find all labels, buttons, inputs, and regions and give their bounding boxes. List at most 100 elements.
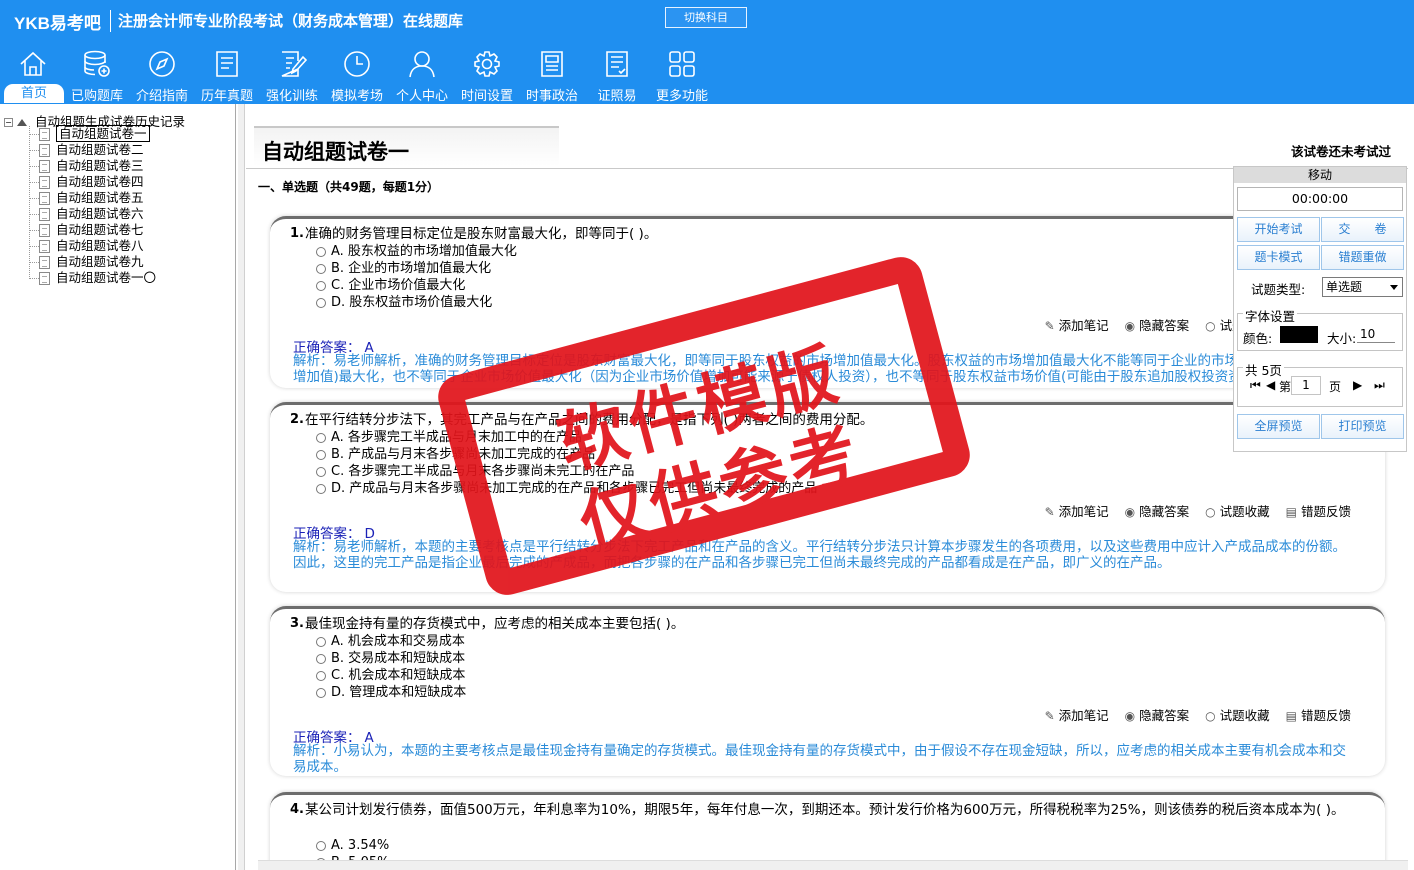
radio-button[interactable] (316, 466, 326, 477)
pencil-icon: ✎ (1044, 709, 1055, 723)
color-swatch[interactable] (1280, 326, 1318, 343)
toolbar-training-button[interactable]: 强化训练 (259, 46, 325, 104)
radio-button[interactable] (316, 263, 326, 274)
radio-button[interactable] (316, 687, 326, 698)
tree-item-paper-3[interactable]: 自动组题试卷三 (29, 158, 144, 174)
option-c[interactable]: C. 机会成本和短缺成本 (316, 667, 465, 684)
favorite-button[interactable]: ○试题收藏 (1205, 501, 1270, 520)
radio-button[interactable] (316, 297, 326, 308)
favorite-button[interactable]: ○试题收藏 (1205, 705, 1270, 724)
fullscreen-preview-button[interactable]: 全屏预览 (1237, 414, 1320, 439)
brand-divider (110, 10, 111, 32)
page-suffix: 页 (1329, 380, 1342, 394)
radio-button[interactable] (316, 246, 326, 257)
toolbar-time-settings-button[interactable]: 时间设置 (454, 46, 520, 104)
exam-control-panel: 移动 00:00:00 开始考试 交 卷 题卡模式 错题重做 试题类型: 单选题… (1233, 166, 1407, 452)
toolbar-mock-exam-button[interactable]: 模拟考场 (324, 46, 390, 104)
document-icon (39, 144, 50, 157)
option-a[interactable]: A. 股东权益的市场增加值最大化 (316, 243, 517, 260)
favorite-icon: ○ (1205, 709, 1216, 723)
app-window: YKB易考吧 注册会计师专业阶段考试（财务成本管理）在线题库 切换科目 首页 已… (0, 0, 1414, 870)
radio-button[interactable] (316, 280, 326, 291)
toolbar-label: 历年真题 (200, 89, 253, 104)
question-type-select[interactable]: 单选题 (1322, 277, 1403, 297)
vertical-scrollbar[interactable] (238, 104, 245, 870)
toolbar-label: 时间设置 (460, 89, 513, 104)
start-exam-button[interactable]: 开始考试 (1237, 217, 1320, 242)
page-number-input[interactable]: 1 (1291, 376, 1321, 395)
toolbar-past-papers-button[interactable]: 历年真题 (194, 46, 260, 104)
option-d[interactable]: D. 管理成本和短缺成本 (316, 684, 466, 701)
answer-explanation: 解析：易老师解析，本题的主要考核点是平行结转分步法下完工产品和在产品的含义。平行… (293, 539, 1346, 571)
tree-item-paper-1[interactable]: 自动组题试卷一 (29, 125, 150, 142)
horizontal-scrollbar[interactable] (258, 860, 1408, 870)
clock-icon (344, 51, 370, 77)
next-page-icon[interactable]: ▶ (1353, 378, 1362, 392)
tree-item-paper-6[interactable]: 自动组题试卷六 (29, 206, 144, 222)
radio-button[interactable] (316, 636, 326, 647)
radio-button[interactable] (316, 432, 326, 443)
switch-subject-button[interactable]: 切换科目 (665, 7, 747, 28)
redo-wrong-button[interactable]: 错题重做 (1321, 245, 1404, 270)
radio-button[interactable] (316, 670, 326, 681)
radio-button[interactable] (316, 483, 326, 494)
tree-item-paper-9[interactable]: 自动组题试卷九 (29, 254, 144, 270)
first-page-icon[interactable]: ⏮ (1250, 378, 1261, 393)
radio-button[interactable] (316, 653, 326, 664)
toolbar-label: 个人中心 (395, 89, 448, 104)
tree-item-paper-8[interactable]: 自动组题试卷八 (29, 238, 144, 254)
font-size-input[interactable]: 10 (1357, 327, 1395, 343)
toolbar-purchased-button[interactable]: 已购题库 (64, 46, 130, 104)
hide-answer-button[interactable]: ◉ 隐藏答案 (1125, 705, 1190, 724)
app-title: 注册会计师专业阶段考试（财务成本管理）在线题库 (118, 12, 464, 30)
option-a[interactable]: A. 机会成本和交易成本 (316, 633, 465, 650)
prev-page-icon[interactable]: ◀ (1266, 378, 1275, 392)
collapse-icon[interactable]: − (4, 118, 13, 127)
radio-button[interactable] (316, 449, 326, 460)
feedback-button[interactable]: ▤错题反馈 (1286, 705, 1351, 724)
toolbar-profile-button[interactable]: 个人中心 (389, 46, 455, 104)
color-label: 颜色: (1243, 331, 1273, 346)
chevron-down-icon (1390, 285, 1398, 290)
option-a[interactable]: A. 3.54% (316, 837, 389, 854)
tree-item-paper-5[interactable]: 自动组题试卷五 (29, 190, 144, 206)
toolbar-guide-button[interactable]: 介绍指南 (129, 46, 195, 104)
tree-item-paper-2[interactable]: 自动组题试卷二 (29, 142, 144, 158)
feedback-button[interactable]: ▤错题反馈 (1286, 501, 1351, 520)
option-c[interactable]: C. 企业市场价值最大化 (316, 277, 465, 294)
question-card-3: 3. 最佳现金持有量的存货模式中，应考虑的相关成本主要包括( )。 A. 机会成… (270, 606, 1385, 776)
question-text: 准确的财务管理目标定位是股东财富最大化，即等同于( )。 (305, 226, 658, 242)
add-note-button[interactable]: ✎ 添加笔记 (1045, 501, 1109, 520)
add-note-button[interactable]: ✎ 添加笔记 (1045, 705, 1109, 724)
hide-answer-button[interactable]: ◉ 隐藏答案 (1125, 501, 1190, 520)
toolbar-current-affairs-button[interactable]: 时事政治 (519, 46, 585, 104)
print-preview-button[interactable]: 打印预览 (1321, 414, 1404, 439)
card-mode-button[interactable]: 题卡模式 (1237, 245, 1320, 270)
tree-item-paper-10[interactable]: 自动组题试卷一〇 (29, 270, 156, 286)
radio-button[interactable] (316, 840, 326, 851)
add-note-button[interactable]: ✎ 添加笔记 (1045, 315, 1109, 334)
toolbar-home-button[interactable]: 首页 (0, 46, 66, 104)
eye-icon: ◉ (1124, 319, 1136, 333)
tree-item-paper-4[interactable]: 自动组题试卷四 (29, 174, 144, 190)
document-icon (39, 208, 50, 221)
panel-move-handle[interactable]: 移动 (1234, 167, 1406, 183)
document-icon (39, 256, 50, 269)
question-text: 某公司计划发行债券，面值500万元，年利息率为10%，期限5年，每年付息一次，到… (305, 802, 1345, 818)
toolbar-more-button[interactable]: 更多功能 (649, 46, 715, 104)
last-page-icon[interactable]: ⏭ (1374, 378, 1385, 393)
option-b[interactable]: B. 企业的市场增加值最大化 (316, 260, 491, 277)
toolbar-certificate-button[interactable]: 证照易 (584, 46, 650, 104)
pagination-legend: 共 5页 (1243, 360, 1284, 379)
option-b[interactable]: B. 交易成本和短缺成本 (316, 650, 465, 667)
hide-answer-button[interactable]: ◉ 隐藏答案 (1125, 315, 1190, 334)
exam-status: 该试卷还未考试过 (1291, 144, 1392, 159)
submit-button[interactable]: 交 卷 (1321, 217, 1404, 242)
option-d[interactable]: D. 股东权益市场价值最大化 (316, 294, 492, 311)
size-label: 大小: (1327, 331, 1357, 346)
database-icon (84, 50, 110, 77)
paper-title: 自动组题试卷一 (262, 140, 409, 164)
feedback-icon: ▤ (1285, 709, 1297, 723)
question-number: 1. (290, 226, 304, 241)
tree-item-paper-7[interactable]: 自动组题试卷七 (29, 222, 144, 238)
